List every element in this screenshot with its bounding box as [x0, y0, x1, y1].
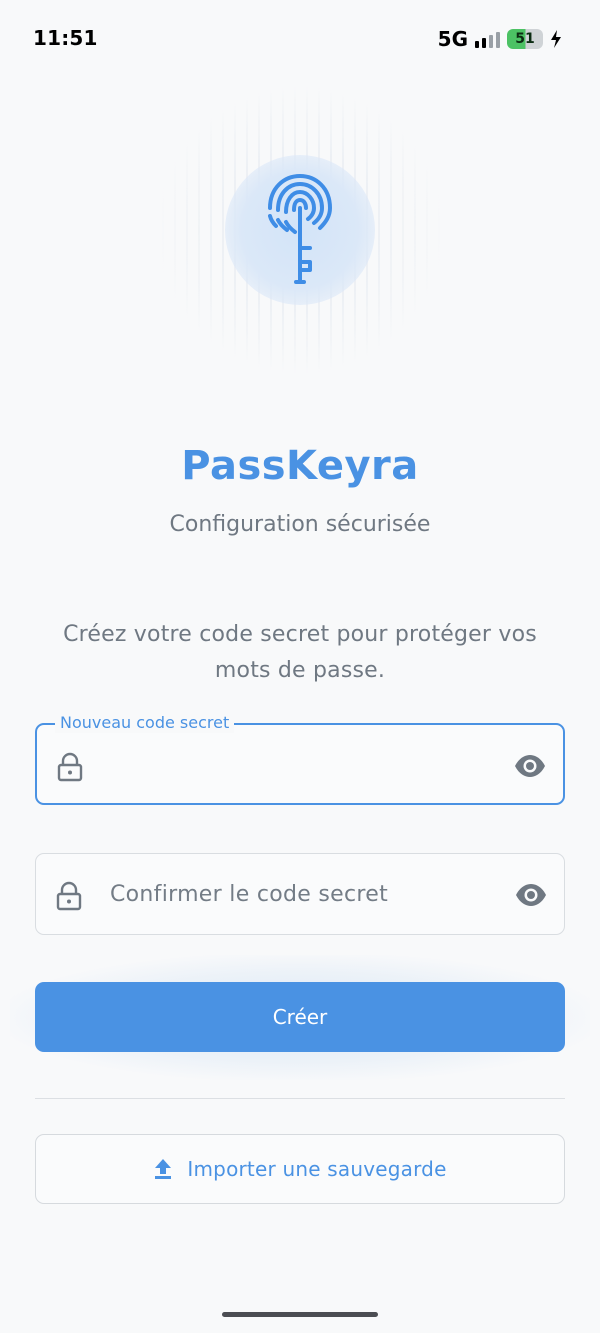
app-title: PassKeyra [181, 443, 419, 489]
intro-text: Créez votre code secret pour protéger vo… [63, 622, 537, 683]
battery-icon: 51 [507, 29, 543, 49]
confirm-code-input[interactable] [110, 854, 500, 934]
app-logo [150, 80, 450, 380]
status-indicators: 5G 51 [438, 27, 562, 51]
signal-icon [475, 30, 500, 48]
setup-screen: 11:51 5G 51 PassKeyra Configuration sécu… [0, 0, 600, 1333]
home-indicator[interactable] [222, 1312, 378, 1317]
status-time: 11:51 [33, 26, 98, 50]
confirm-code-field[interactable] [35, 853, 565, 935]
new-code-field[interactable]: Nouveau code secret [35, 713, 565, 805]
fingerprint-key-icon [268, 174, 332, 284]
import-backup-button[interactable]: Importer une sauvegarde [35, 1134, 565, 1204]
divider [35, 1098, 565, 1099]
lock-icon [57, 752, 83, 782]
new-code-input[interactable] [111, 725, 501, 803]
eye-icon[interactable] [514, 754, 546, 778]
app-subtitle: Configuration sécurisée [169, 512, 431, 537]
upload-icon [155, 1159, 172, 1179]
status-bar: 11:51 5G 51 [0, 0, 600, 78]
network-type: 5G [437, 27, 468, 51]
create-button[interactable]: Créer [35, 982, 565, 1052]
bolt-icon [551, 30, 561, 48]
lock-icon [56, 881, 82, 911]
eye-icon[interactable] [515, 883, 547, 907]
battery-percent: 51 [515, 31, 535, 47]
import-backup-label: Importer une sauvegarde [187, 1157, 447, 1181]
